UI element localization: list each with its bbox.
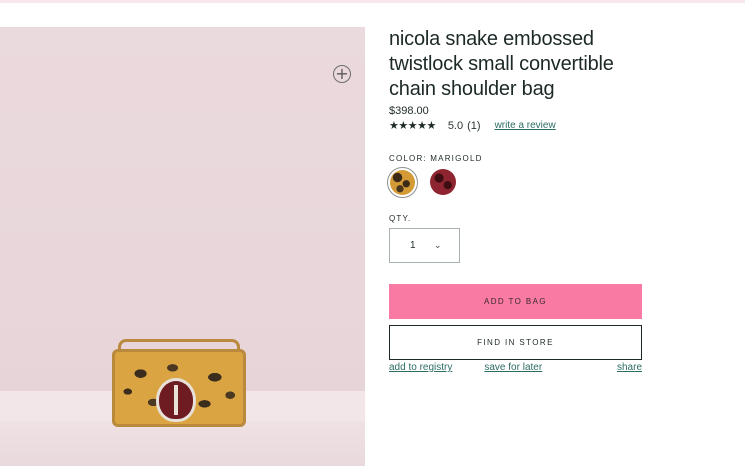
top-bar [0,0,745,3]
qty-label: QTY. [389,214,412,223]
swatch-red-fill [430,169,456,195]
find-in-store-button[interactable]: FIND IN STORE [389,325,642,360]
zoom-plus-icon: + [335,64,349,83]
color-label: COLOR: MARIGOLD [389,154,483,163]
rating-count[interactable]: (1) [467,120,480,132]
product-price: $398.00 [389,105,429,117]
rating-row: ★★★★★ 5.0 (1) write a review [389,119,649,132]
share-link[interactable]: share [617,362,642,373]
quantity-select[interactable]: 1 ⌄ [389,228,460,263]
write-review-link[interactable]: write a review [495,120,556,131]
product-details: nicola snake embossed twistlock small co… [387,27,649,373]
chevron-down-icon: ⌄ [434,240,442,251]
action-links: add to registry save for later share [389,362,642,373]
save-for-later-link[interactable]: save for later [484,362,542,373]
zoom-button[interactable]: + [333,65,351,83]
add-to-bag-button[interactable]: ADD TO BAG [389,284,642,319]
bag-clasp [156,378,196,422]
swatch-marigold[interactable] [387,167,418,198]
star-icon: ★★★★★ [389,119,436,132]
swatch-red[interactable] [430,169,456,195]
product-title: nicola snake embossed twistlock small co… [389,28,614,100]
add-to-registry-link[interactable]: add to registry [389,362,452,373]
pedestal-front [0,421,365,466]
quantity-value: 1 [410,240,416,251]
color-swatches [387,167,649,198]
swatch-marigold-fill [390,170,415,195]
rating-value: 5.0 [447,119,464,132]
product-image[interactable]: + [0,27,365,466]
